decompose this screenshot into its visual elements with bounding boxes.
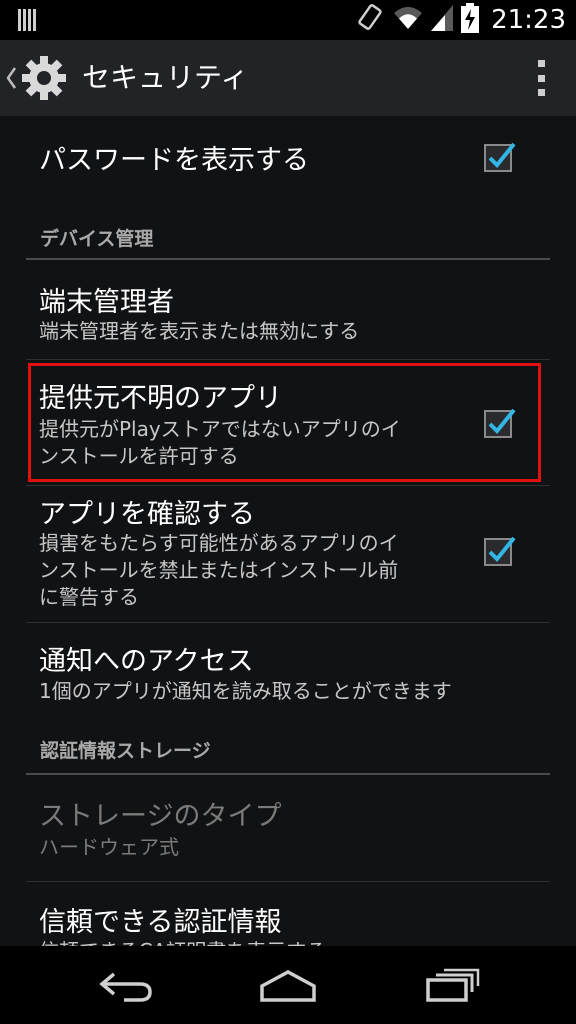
trusted-credentials-title: 信頼できる認証情報	[39, 907, 282, 938]
device-admins-item[interactable]: 端末管理者 端末管理者を表示または無効にする	[26, 262, 550, 357]
category-divider	[26, 773, 550, 775]
check-icon	[488, 536, 516, 562]
trusted-credentials-summary: 信頼できるCA証明書を表示する	[39, 938, 326, 946]
battery-charging-icon	[461, 3, 480, 37]
back-chevron-icon[interactable]	[4, 64, 18, 92]
device-admin-header: デバイス管理	[40, 228, 154, 250]
navigation-bar	[0, 946, 576, 1024]
trusted-credentials-item[interactable]: 信頼できる認証情報 信頼できるCA証明書を表示する	[26, 882, 550, 946]
credential-storage-header: 認証情報ストレージ	[40, 740, 211, 762]
category-divider	[26, 258, 550, 260]
verify-apps-summary-line1: 損害をもたらす可能性があるアプリのイ	[39, 531, 399, 555]
show-password-title: パスワードを表示する	[39, 145, 309, 176]
show-password-checkbox[interactable]	[484, 142, 516, 172]
verify-apps-summary-line3: に警告する	[39, 585, 139, 609]
check-icon	[488, 142, 516, 168]
show-password-item[interactable]: パスワードを表示する	[26, 116, 550, 200]
action-bar: セキュリティ	[0, 40, 576, 116]
status-bar: 21:23	[0, 0, 576, 40]
settings-list[interactable]: パスワードを表示する デバイス管理 端末管理者 端末管理者を表示または無効にする…	[0, 116, 576, 946]
verify-apps-item[interactable]: アプリを確認する 損害をもたらす可能性があるアプリのイ ンストールを禁止またはイ…	[26, 486, 550, 622]
page-title: セキュリティ	[82, 61, 249, 94]
notification-icon	[18, 9, 38, 31]
back-icon[interactable]	[94, 962, 158, 1008]
verify-apps-checkbox[interactable]	[484, 536, 516, 566]
rotate-icon	[355, 3, 385, 37]
notification-access-summary: 1個のアプリが通知を読み取ることができます	[39, 679, 452, 703]
storage-type-summary: ハードウェア式	[39, 835, 179, 859]
verify-apps-summary-line2: ンストールを禁止またはインストール前	[39, 558, 399, 582]
settings-gear-icon[interactable]	[20, 54, 68, 102]
device-admins-title: 端末管理者	[39, 287, 174, 318]
overflow-menu-icon[interactable]	[534, 60, 548, 96]
highlight-box	[28, 363, 541, 482]
notification-access-title: 通知へのアクセス	[39, 646, 254, 677]
signal-icon	[431, 5, 454, 35]
home-icon[interactable]	[256, 962, 320, 1008]
device-admins-summary: 端末管理者を表示または無効にする	[39, 319, 360, 343]
storage-type-title: ストレージのタイプ	[39, 801, 282, 832]
clock: 21:23	[491, 5, 566, 35]
wifi-icon	[393, 5, 423, 35]
recent-apps-icon[interactable]	[420, 962, 484, 1008]
storage-type-item: ストレージのタイプ ハードウェア式	[26, 776, 550, 880]
verify-apps-title: アプリを確認する	[39, 499, 255, 530]
notification-access-item[interactable]: 通知へのアクセス 1個のアプリが通知を読み取ることができます	[26, 623, 550, 723]
